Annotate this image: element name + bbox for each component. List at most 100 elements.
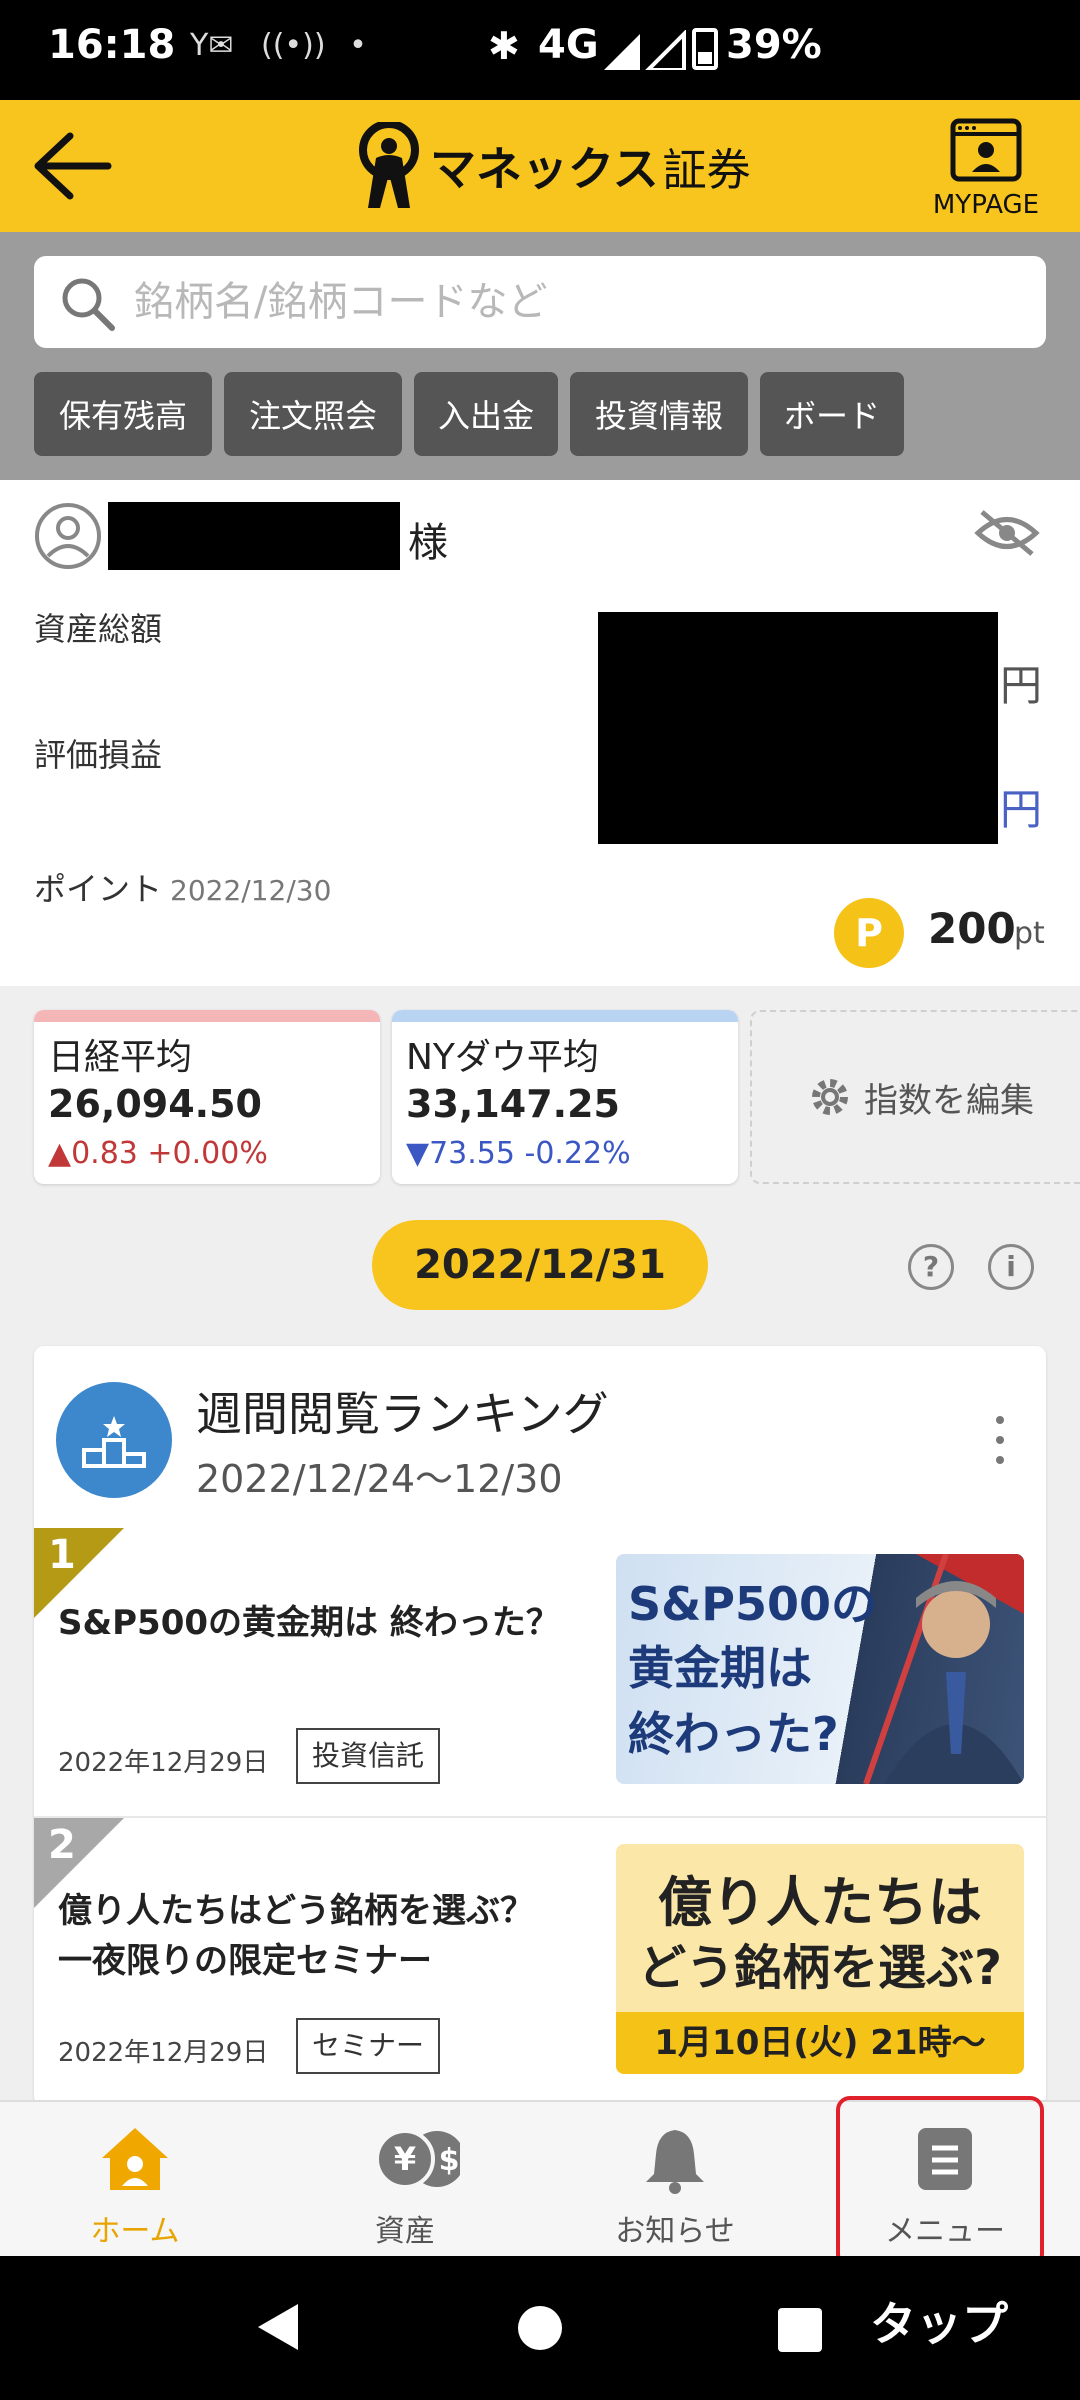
app-header: マネックス 証券 MYPAGE xyxy=(0,100,1080,232)
nav-notifications[interactable]: お知らせ xyxy=(540,2102,810,2258)
honorific: 様 xyxy=(408,520,448,566)
item-thumbnail: 億り人たちは どう銘柄を選ぶ? 1月10日(火) 21時〜 xyxy=(616,1844,1024,2074)
quick-deposit-button[interactable]: 入出金 xyxy=(414,372,558,456)
nav-home[interactable]: ホーム xyxy=(0,2102,270,2258)
thumb-text-3: 終わった? xyxy=(628,1707,839,1761)
points-label-row: ポイント 2022/12/30 xyxy=(34,864,331,910)
home-icon xyxy=(102,2128,168,2190)
item-title-line1: 億り人たちはどう銘柄を選ぶ？ xyxy=(58,1891,534,1931)
thumb-banner: 1月10日(火) 21時〜 xyxy=(616,2012,1024,2074)
tap-annotation: タップ xyxy=(870,2297,1008,2351)
sim-icon: Y✉ xyxy=(190,28,234,63)
status-bar: 16:18 Y✉ ((•)) • ✱ 4G 39% xyxy=(0,0,1080,100)
item-date: 2022年12月29日 xyxy=(58,1748,269,1778)
network-label: 4G xyxy=(538,22,599,68)
mypage-label: MYPAGE xyxy=(932,190,1040,220)
rank-number: 2 xyxy=(48,1822,76,1868)
logo-mark-icon xyxy=(359,122,419,208)
brand-name: マネックス xyxy=(430,142,659,196)
quick-holdings-button[interactable]: 保有残高 xyxy=(34,372,212,456)
status-time: 16:18 xyxy=(48,22,176,68)
gear-icon xyxy=(812,1079,848,1115)
bluetooth-icon: ✱ xyxy=(488,24,520,68)
search-box[interactable] xyxy=(34,256,1046,348)
help-icon[interactable]: ? xyxy=(908,1244,954,1290)
index-accent-bar xyxy=(392,1010,738,1022)
quick-info-button[interactable]: 投資情報 xyxy=(570,372,748,456)
ranking-range: 2022/12/24〜12/30 xyxy=(196,1457,563,1501)
quick-board-button[interactable]: ボード xyxy=(760,372,904,456)
redacted-amounts xyxy=(598,612,998,844)
ranking-title: 週間閲覧ランキング xyxy=(196,1387,609,1441)
weekly-ranking-card: 週間閲覧ランキング 2022/12/24〜12/30 1 S&P500の黄金期は… xyxy=(34,1346,1046,2106)
thumb-text-1: S&P500の xyxy=(628,1577,877,1631)
hide-amount-icon[interactable] xyxy=(974,508,1040,558)
date-pill[interactable]: 2022/12/31 xyxy=(372,1220,708,1310)
nav-assets[interactable]: ¥ $ 資産 xyxy=(270,2102,540,2258)
index-card-nydow[interactable]: NYダウ平均 33,147.25 ▼73.55 -0.22% xyxy=(392,1010,738,1184)
total-assets-unit: 円 xyxy=(1000,661,1043,710)
item-title-line2: 一夜限りの限定セミナー xyxy=(58,1941,432,1981)
item-date: 2022年12月29日 xyxy=(58,2038,269,2068)
mypage-icon xyxy=(950,118,1022,182)
battery-icon xyxy=(692,28,718,70)
back-arrow-icon xyxy=(34,132,112,200)
system-recents-icon[interactable] xyxy=(778,2308,822,2352)
index-name: NYダウ平均 xyxy=(406,1037,599,1078)
rank-number: 1 xyxy=(48,1532,76,1578)
item-title: S&P500の黄金期は 終わった？ xyxy=(58,1603,560,1643)
index-change: ▲0.83 +0.00% xyxy=(48,1136,268,1171)
quick-orders-button[interactable]: 注文照会 xyxy=(224,372,402,456)
item-tag: セミナー xyxy=(296,2018,441,2074)
item-thumbnail: S&P500の 黄金期は 終わった? xyxy=(616,1554,1024,1784)
index-accent-bar xyxy=(34,1010,380,1022)
monex-logo: マネックス 証券 xyxy=(354,120,751,212)
points-value: 200 xyxy=(928,904,1016,953)
more-options-icon[interactable] xyxy=(996,1416,1006,1476)
signal-icon xyxy=(604,30,686,70)
svg-text:¥: ¥ xyxy=(394,2140,416,2178)
item-tag: 投資信託 xyxy=(296,1728,441,1784)
back-button[interactable] xyxy=(30,128,116,204)
index-card-nikkei[interactable]: 日経平均 26,094.50 ▲0.83 +0.00% xyxy=(34,1010,380,1184)
account-summary: 様 資産総額 評価損益 円 円 ポイント 2022/12/30 P 200 pt xyxy=(0,480,1080,986)
index-value: 26,094.50 xyxy=(48,1082,262,1126)
mypage-button[interactable]: MYPAGE xyxy=(906,114,1066,224)
thumb-text-1: 億り人たちは xyxy=(658,1871,982,1934)
svg-text:$: $ xyxy=(439,2143,460,2178)
nav-assets-label: 資産 xyxy=(375,2214,435,2249)
index-value: 33,147.25 xyxy=(406,1082,620,1126)
points-label: ポイント xyxy=(34,870,163,908)
nav-notifications-label: お知らせ xyxy=(615,2214,735,2249)
dot-icon: • xyxy=(349,28,367,63)
hotspot-icon: ((•)) xyxy=(261,28,326,63)
total-assets-label: 資産総額 xyxy=(34,610,163,648)
notification-icons: Y✉ ((•)) • xyxy=(190,28,367,63)
pnl-label: 評価損益 xyxy=(34,736,163,774)
redacted-name xyxy=(108,502,400,570)
user-icon xyxy=(35,503,101,569)
ranking-icon xyxy=(56,1382,172,1498)
points-coin-icon: P xyxy=(834,898,904,968)
pnl-unit: 円 xyxy=(1000,785,1043,834)
points-date: 2022/12/30 xyxy=(170,874,332,907)
quick-buttons: 保有残高 注文照会 入出金 投資情報 ボード xyxy=(34,372,904,456)
points-unit: pt xyxy=(1014,916,1045,951)
system-back-icon[interactable] xyxy=(256,2302,300,2352)
search-icon xyxy=(62,278,115,331)
assets-icon: ¥ $ xyxy=(375,2129,460,2189)
edit-indices-button[interactable]: 指数を編集 xyxy=(750,1010,1080,1184)
thumb-text-2: 黄金期は xyxy=(628,1641,812,1695)
battery-percent: 39% xyxy=(726,22,822,68)
ranking-item[interactable]: 1 S&P500の黄金期は 終わった？ 2022年12月29日 投資信託 S&P… xyxy=(34,1528,1046,1814)
thumb-text-2: どう銘柄を選ぶ? xyxy=(638,1940,1002,1996)
search-input[interactable] xyxy=(134,270,1014,334)
info-icon[interactable]: i xyxy=(988,1244,1034,1290)
index-name: 日経平均 xyxy=(48,1037,193,1078)
system-home-icon[interactable] xyxy=(518,2306,562,2350)
bell-icon xyxy=(646,2130,704,2194)
menu-highlight-box xyxy=(836,2096,1044,2268)
nav-home-label: ホーム xyxy=(90,2214,180,2249)
ranking-item[interactable]: 2 億り人たちはどう銘柄を選ぶ？ 一夜限りの限定セミナー 2022年12月29日… xyxy=(34,1816,1046,2102)
brand-suffix: 証券 xyxy=(662,145,751,196)
